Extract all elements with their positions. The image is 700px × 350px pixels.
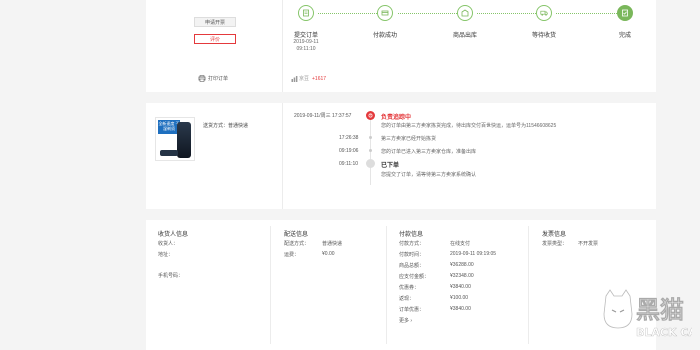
receiver-phone-label: 手机号码： (158, 273, 184, 279)
receiver-name-label: 收货人： (158, 241, 179, 247)
payment-time-value: 2019-09-11 09:19:05 (450, 251, 497, 257)
product-thumbnail[interactable]: 全新速度 干湿剃须 (155, 117, 195, 161)
step-outbound: 商品出库 (448, 5, 482, 39)
receiver-address-label: 地址： (158, 252, 174, 258)
apply-invoice-button[interactable]: 申请开票 (194, 17, 236, 27)
print-order-label: 打印订单 (208, 76, 229, 82)
delivery-method-value: 普通快递 (322, 241, 343, 247)
delivery-method-label: 配送方式： (284, 241, 310, 247)
step-date: 2019-09-11 (293, 39, 319, 45)
print-order-link[interactable]: 打印订单 (198, 75, 228, 82)
step-complete: 完成 (608, 5, 642, 39)
step-payment: 付款成功 (368, 5, 402, 39)
cashback-value: ¥100.00 (450, 295, 469, 301)
step-label: 提交订单 (293, 33, 318, 39)
shipping-method: 送货方式：普通快递 (203, 123, 249, 129)
timeline-message: 您的订单由第三方卖家拣货完成，待出库交付百世快运，运单号为11546608625 (381, 123, 557, 129)
watermark-en: BLACK CAT (636, 326, 692, 339)
shaver-base-image (160, 150, 178, 156)
black-cat-logo: 黑猫 BLACK CAT (603, 289, 700, 339)
step-label: 完成 (618, 33, 631, 39)
points-label: 京豆 (299, 76, 310, 82)
order-status-panel: 申请开票 评价 打印订单 提交订单 2019-09-11 09:11:10 付款… (146, 0, 656, 92)
step-label: 商品出库 (452, 33, 477, 39)
cashback-label: 返现： (399, 296, 415, 302)
timeline-title: 已下单 (381, 163, 400, 169)
step-label: 付款成功 (372, 33, 397, 39)
timeline-dot (369, 149, 372, 152)
truck-icon (536, 5, 552, 21)
tracking-icon (366, 111, 375, 120)
delivery-fee-label: 运费： (284, 252, 300, 258)
black-cat-watermark: 黑猫 BLACK CAT (602, 288, 700, 344)
points-value: +1617 (312, 76, 327, 82)
timeline-title: 负责追踪中 (381, 115, 412, 121)
document-icon (298, 5, 314, 21)
delivery-title: 配送信息 (284, 232, 309, 238)
payment-method-value: 在线支付 (450, 241, 471, 247)
amount-due-label: 应支付金额： (399, 274, 430, 280)
timeline-datetime: 09:11:10 (339, 161, 359, 167)
jd-points: 京豆 +1617 (291, 75, 326, 82)
payment-time-label: 付款时间： (399, 252, 425, 258)
order-discount-value: ¥3840.00 (450, 306, 471, 312)
timeline-message: 您提交了订单，请等待第三方卖家系统确认 (381, 172, 477, 178)
amount-due-value: ¥32348.00 (450, 273, 474, 279)
receiver-title: 收货人信息 (158, 232, 189, 238)
payment-title: 付款信息 (399, 232, 424, 238)
printer-icon (198, 75, 206, 82)
timeline-datetime: 09:19:06 (339, 148, 359, 154)
shaver-image (177, 122, 191, 158)
order-discount-label: 订单优惠： (399, 307, 425, 313)
goods-total-label: 商品总额： (399, 263, 425, 269)
order-placed-icon (366, 159, 375, 168)
watermark-cn: 黑猫 (636, 296, 684, 324)
review-button[interactable]: 评价 (194, 34, 236, 44)
bean-icon (291, 75, 298, 82)
invoice-type-value: 不开发票 (578, 241, 599, 247)
warehouse-icon (457, 5, 473, 21)
check-document-icon (617, 5, 633, 21)
step-awaiting-receipt: 等待收货 (527, 5, 561, 39)
timeline-message: 您的订单已进入第三方卖家仓库，准备出库 (381, 149, 477, 155)
coupon-value: ¥3840.00 (450, 284, 471, 290)
package-tracking-panel: 全新速度 干湿剃须 送货方式：普通快递 2019-09-11/周三 17:37:… (146, 103, 656, 209)
timeline-datetime: 17:26:38 (339, 135, 359, 141)
more-link[interactable]: 更多 › (399, 317, 412, 324)
order-info-panel: 收货人信息 收货人： 地址： 手机号码： 配送信息 配送方式： 普通快递 运费：… (146, 220, 656, 350)
invoice-title: 发票信息 (542, 232, 567, 238)
timeline-datetime: 2019-09-11/周三 17:37:57 (294, 113, 352, 119)
card-icon (377, 5, 393, 21)
step-time: 09:11:10 (296, 46, 316, 52)
coupon-label: 优惠券： (399, 285, 420, 291)
payment-method-label: 付款方式： (399, 241, 425, 247)
step-label: 等待收货 (531, 33, 556, 39)
timeline-message: 第三方卖家已经开始拣货 (381, 136, 437, 142)
goods-total-value: ¥36288.00 (450, 262, 474, 268)
timeline-dot (369, 136, 372, 139)
invoice-type-label: 发票类型： (542, 241, 568, 247)
delivery-fee-value: ¥0.00 (322, 251, 335, 257)
